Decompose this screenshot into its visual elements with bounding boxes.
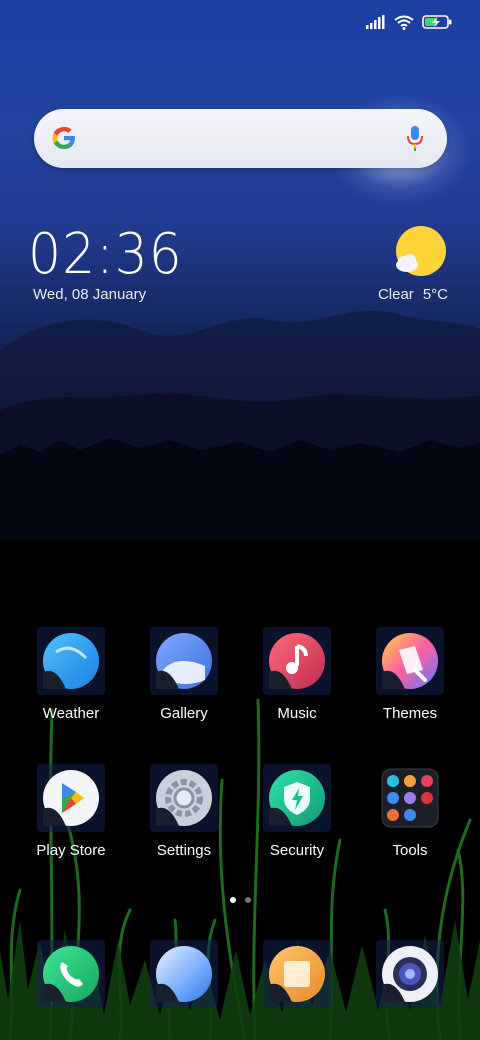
google-search-bar[interactable] <box>34 109 447 168</box>
messages-icon <box>156 946 212 1002</box>
dock-camera[interactable] <box>354 940 466 1040</box>
app-label: Music <box>277 705 317 722</box>
weather-app-icon <box>43 633 99 689</box>
app-label: Play Store <box>36 842 106 859</box>
app-themes[interactable]: Themes <box>354 627 466 737</box>
gallery-app-icon <box>156 633 212 689</box>
weather-summary[interactable]: Clear 5°C <box>378 286 448 303</box>
page-dot[interactable] <box>244 897 251 903</box>
app-music[interactable]: Music <box>241 627 353 737</box>
app-gallery[interactable]: Gallery <box>128 627 240 737</box>
clock-date: Wed, 08 January <box>33 286 147 303</box>
notes-icon <box>269 946 325 1002</box>
mountain-silhouette <box>0 310 480 540</box>
battery-charging-icon <box>422 15 452 29</box>
page-dot-active[interactable] <box>229 897 236 903</box>
security-app-icon <box>269 770 325 826</box>
camera-icon <box>382 946 438 1002</box>
clock-time[interactable]: 02:36 <box>28 222 183 287</box>
dock-phone[interactable] <box>15 940 127 1040</box>
settings-app-icon <box>156 770 212 826</box>
google-logo-icon <box>52 127 75 149</box>
app-settings[interactable]: Settings <box>128 764 240 874</box>
app-play-store[interactable]: Play Store <box>15 764 127 874</box>
music-app-icon <box>269 633 325 689</box>
page-indicator <box>0 897 480 903</box>
app-label: Settings <box>156 842 212 859</box>
microphone-icon[interactable] <box>405 124 425 152</box>
dock-messages[interactable] <box>128 940 240 1040</box>
app-label: Gallery <box>160 705 208 722</box>
sun-cloud-icon[interactable] <box>393 225 447 279</box>
signal-icon <box>366 15 386 29</box>
themes-app-icon <box>382 633 438 689</box>
app-weather[interactable]: Weather <box>15 627 127 737</box>
phone-icon <box>43 946 99 1002</box>
weather-condition: Clear <box>377 286 414 303</box>
tools-folder-icon <box>381 768 439 828</box>
dock-notes[interactable] <box>241 940 353 1040</box>
app-security[interactable]: Security <box>241 764 353 874</box>
app-label: Themes <box>382 705 438 722</box>
weather-temperature: 5°C <box>422 286 448 303</box>
folder-tools[interactable]: Tools <box>354 764 466 874</box>
play-store-app-icon <box>43 770 99 826</box>
wifi-icon <box>394 15 414 30</box>
app-label: Weather <box>42 705 100 722</box>
app-label: Security <box>269 842 325 859</box>
status-bar <box>366 12 452 32</box>
app-label: Tools <box>392 842 428 859</box>
